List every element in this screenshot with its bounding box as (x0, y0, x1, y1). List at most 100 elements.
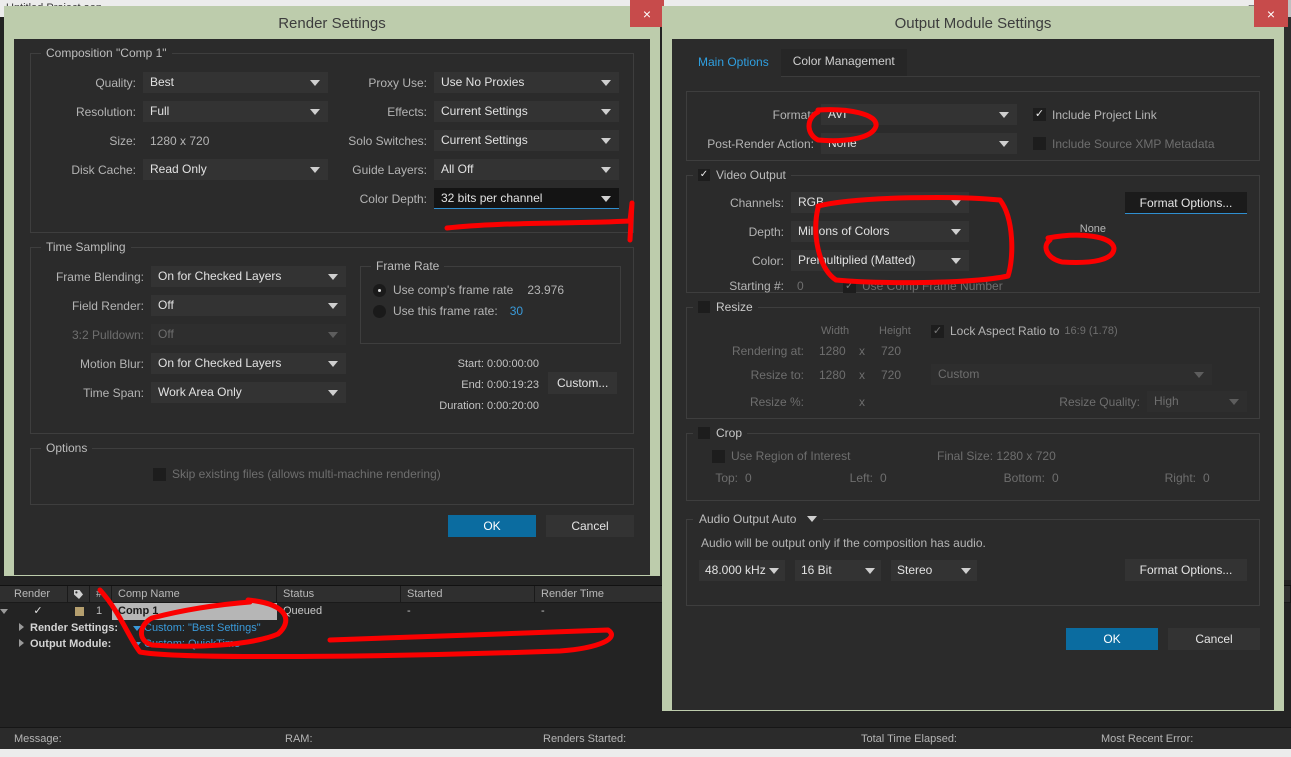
include-project-link-row[interactable]: ✓ Include Project Link (1017, 108, 1157, 122)
skip-existing-files-checkbox (153, 467, 166, 481)
effects-select[interactable]: Current Settings (434, 101, 619, 122)
audio-format-options-button[interactable]: Format Options... (1125, 559, 1247, 581)
chevron-down-icon[interactable] (807, 516, 818, 522)
rq-col-number[interactable]: # (90, 585, 112, 603)
audio-bit-depth-select[interactable]: 16 Bit (795, 559, 881, 581)
use-this-frame-rate-radio[interactable] (372, 304, 386, 318)
effects-value: Current Settings (441, 104, 528, 118)
rq-col-status[interactable]: Status (277, 585, 401, 603)
use-this-frame-rate-label: Use this frame rate: (392, 304, 498, 318)
audio-bit-depth-value: 16 Bit (801, 562, 832, 577)
disk-cache-select[interactable]: Read Only (143, 159, 328, 180)
crop-bottom-value[interactable]: 0 (1052, 471, 1155, 485)
time-span-label: Time Span: (83, 385, 144, 400)
audio-output-mode-label: Audio Output Auto (699, 512, 797, 526)
use-comp-frame-rate-row[interactable]: Use comp's frame rate 23.976 (372, 283, 610, 297)
quality-select[interactable]: Best (143, 72, 328, 93)
rendering-at-width: 1280 (819, 344, 846, 358)
resize-legend[interactable]: Resize (693, 300, 758, 314)
include-xmp-row[interactable]: Include Source XMP Metadata (1017, 137, 1215, 151)
render-settings-value[interactable]: Custom: "Best Settings" (144, 622, 261, 634)
row-comp-name[interactable]: Comp 1 (112, 603, 277, 620)
render-settings-twirl-icon[interactable] (19, 623, 24, 631)
frame-blending-select[interactable]: On for Checked Layers (151, 266, 346, 287)
use-comp-frame-rate-value: 23.976 (527, 283, 565, 297)
render-settings-close-button[interactable]: × (630, 0, 664, 27)
render-settings-preset-dropdown-icon[interactable] (133, 625, 141, 631)
rendering-at-x: x (859, 344, 865, 358)
resize-preset-select[interactable]: Custom (931, 364, 1212, 385)
field-render-select[interactable]: Off (151, 295, 346, 316)
video-output-legend[interactable]: ✓ Video Output (693, 168, 791, 182)
chevron-down-icon (310, 167, 320, 173)
chevron-down-icon (328, 274, 338, 280)
resize-percent-row: Resize %: x Resize Quality: High (699, 391, 1247, 412)
output-module-settings-dialog: Output Module Settings × Main Options Co… (662, 0, 1288, 711)
rq-col-comp-name[interactable]: Comp Name (112, 585, 277, 603)
video-format-options-button[interactable]: Format Options... (1125, 192, 1247, 214)
resize-headers-row: Width Height ✓ Lock Aspect Ratio to 16:9… (699, 324, 1247, 338)
include-project-link-label: Include Project Link (1052, 107, 1157, 122)
output-module-ok-button[interactable]: OK (1066, 628, 1158, 650)
resize-checkbox[interactable] (698, 301, 710, 313)
lock-aspect-ratio-checkbox[interactable]: ✓ (931, 324, 944, 338)
format-select[interactable]: AVI (821, 104, 1017, 125)
custom-time-span-button[interactable]: Custom... (547, 372, 618, 394)
quality-label: Quality: (95, 75, 136, 90)
channels-select[interactable]: RGB (791, 192, 969, 213)
output-module-value[interactable]: Custom: QuickTime (144, 638, 240, 650)
output-module-label: Output Module: (30, 638, 112, 650)
field-render-label: Field Render: (71, 298, 144, 313)
row-render-checkbox[interactable]: ✓ (8, 603, 68, 620)
row-label-color-swatch[interactable] (74, 607, 84, 616)
resize-to-width[interactable]: 1280 (811, 368, 859, 382)
use-comp-frame-rate-radio[interactable] (372, 283, 386, 297)
rq-col-started[interactable]: Started (401, 585, 535, 603)
color-depth-select[interactable]: 32 bits per channel (434, 188, 619, 209)
crop-checkbox[interactable] (698, 427, 710, 439)
audio-sample-rate-select[interactable]: 48.000 kHz (699, 559, 785, 581)
channels-row: Channels: RGB (699, 192, 1022, 213)
audio-channels-select[interactable]: Stereo (891, 559, 977, 581)
row-expand-twirl-icon[interactable] (0, 609, 8, 614)
size-row: Size: 1280 x 720 (43, 130, 332, 151)
resolution-select[interactable]: Full (143, 101, 328, 122)
video-output-checkbox[interactable]: ✓ (698, 169, 710, 181)
chevron-down-icon (999, 141, 1009, 147)
use-comp-frame-number-label: Use Comp Frame Number (862, 279, 1003, 293)
post-render-action-select[interactable]: None (821, 133, 1017, 154)
rq-col-render[interactable]: Render (8, 585, 68, 603)
resize-to-height[interactable]: 720 (881, 368, 931, 382)
use-this-frame-rate-row[interactable]: Use this frame rate: 30 (372, 304, 610, 318)
crop-left-value[interactable]: 0 (880, 471, 990, 485)
tab-main-options[interactable]: Main Options (686, 50, 781, 77)
output-module-close-button[interactable]: × (1254, 0, 1288, 27)
crop-right-value[interactable]: 0 (1203, 471, 1210, 485)
render-settings-ok-button[interactable]: OK (448, 515, 536, 537)
audio-output-legend[interactable]: Audio Output Auto (693, 512, 824, 526)
tab-color-management[interactable]: Color Management (780, 49, 907, 76)
composition-group: Composition "Comp 1" Quality: Best Resol… (30, 46, 634, 233)
crop-top-value[interactable]: 0 (745, 471, 838, 485)
resize-quality-select[interactable]: High (1147, 391, 1247, 412)
chevron-down-icon (310, 109, 320, 115)
render-settings-cancel-button[interactable]: Cancel (546, 515, 634, 537)
motion-blur-select[interactable]: On for Checked Layers (151, 353, 346, 374)
rq-col-spacer (0, 586, 8, 603)
color-select[interactable]: Premultiplied (Matted) (791, 250, 969, 271)
solo-switches-select[interactable]: Current Settings (434, 130, 619, 151)
output-module-preset-dropdown-icon[interactable] (133, 641, 141, 647)
output-module-cancel-button[interactable]: Cancel (1168, 628, 1260, 650)
proxy-use-select[interactable]: Use No Proxies (434, 72, 619, 93)
guide-layers-select[interactable]: All Off (434, 159, 619, 180)
time-span-select[interactable]: Work Area Only (151, 382, 346, 403)
use-this-frame-rate-value[interactable]: 30 (498, 304, 523, 318)
crop-legend[interactable]: Crop (693, 426, 748, 440)
include-project-link-checkbox[interactable]: ✓ (1033, 108, 1046, 121)
output-module-twirl-icon[interactable] (19, 639, 24, 647)
output-module-tabs: Main Options Color Management (686, 49, 1260, 77)
starting-number-value[interactable]: 0 (791, 279, 843, 293)
depth-select[interactable]: Millions of Colors (791, 221, 969, 242)
include-xmp-checkbox[interactable] (1033, 137, 1046, 150)
pulldown-row: 3:2 Pulldown: Off (43, 324, 352, 345)
